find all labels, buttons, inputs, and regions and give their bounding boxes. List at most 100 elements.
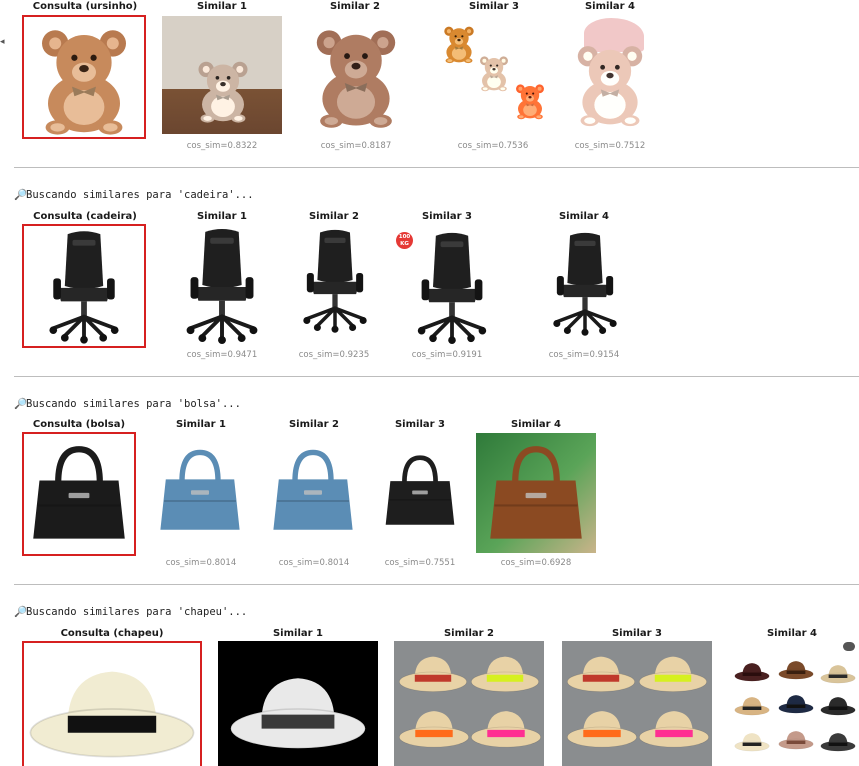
query-image: [22, 641, 202, 766]
result-image-3: [434, 16, 552, 132]
hat-icon: [820, 661, 856, 685]
teddy-bear-icon: [510, 80, 550, 120]
result-image-2: [267, 434, 359, 550]
hat-icon: [778, 691, 814, 715]
score-similar-2: cos_sim=0.8187: [320, 141, 392, 151]
hat-icon: [734, 659, 770, 683]
result-image-3: 100 KG: [394, 226, 500, 344]
count-badge: [843, 642, 855, 651]
result-image-3: [380, 438, 460, 546]
hat-icon: [398, 703, 470, 751]
panel-title-similar-4: Similar 4: [510, 419, 562, 430]
score-similar-2: cos_sim=0.8014: [278, 558, 350, 568]
panel-title-similar-4: Similar 4: [558, 211, 610, 222]
teddy-bear-icon: [564, 30, 656, 134]
panel-title-similar-4: Similar 4: [766, 628, 818, 639]
panel-title-similar-2: Similar 2: [329, 1, 381, 12]
result-image-4: [540, 226, 630, 344]
panel-title-query: Consulta (cadeira): [33, 211, 137, 222]
hat-icon: [638, 703, 710, 751]
result-image-3: [562, 641, 712, 766]
result-image-4: [476, 433, 596, 553]
score-similar-2: cos_sim=0.9235: [298, 350, 370, 360]
search-status: 🔎Buscando similares para 'cadeira'...: [14, 188, 254, 201]
cell-edge-marker: ◂: [0, 36, 5, 46]
query-image: [22, 224, 146, 348]
hat-icon: [778, 657, 814, 681]
result-image-4: [564, 16, 656, 134]
query-image: [22, 15, 146, 139]
score-similar-4: cos_sim=0.9154: [548, 350, 620, 360]
hat-icon: [27, 653, 197, 765]
score-similar-4: cos_sim=0.7512: [574, 141, 646, 151]
search-status: 🔎Buscando similares para 'bolsa'...: [14, 397, 241, 410]
hat-icon: [228, 661, 368, 757]
search-status-text: Buscando similares para 'chapeu'...: [26, 606, 248, 618]
result-image-1: [218, 641, 378, 766]
score-similar-3: cos_sim=0.9191: [411, 350, 483, 360]
panel-title-similar-2: Similar 2: [308, 211, 360, 222]
hat-icon: [734, 729, 770, 753]
panel-title-similar-3: Similar 3: [468, 1, 520, 12]
divider-2: [14, 376, 859, 377]
result-image-2: [290, 226, 380, 336]
panel-title-similar-3: Similar 3: [611, 628, 663, 639]
hat-icon: [638, 649, 708, 695]
handbag-icon: [268, 436, 358, 548]
divider-3: [14, 584, 859, 585]
gaming-chair-icon: [404, 230, 500, 344]
result-image-2: [298, 16, 414, 132]
hat-icon: [778, 727, 814, 751]
teddy-bear-icon: [188, 54, 258, 124]
hat-icon: [734, 693, 770, 717]
score-similar-3: cos_sim=0.7551: [384, 558, 456, 568]
hat-icon: [820, 693, 856, 717]
magnifier-icon: 🔎: [14, 189, 28, 201]
search-status: 🔎Buscando similares para 'chapeu'...: [14, 605, 247, 618]
handbag-icon: [27, 439, 131, 551]
handbag-icon: [155, 436, 245, 548]
panel-title-similar-4: Similar 4: [584, 1, 636, 12]
hat-icon: [470, 649, 540, 695]
gaming-chair-icon: [291, 226, 379, 334]
result-image-2: [394, 641, 544, 766]
teddy-bear-icon: [300, 18, 412, 130]
panel-title-query: Consulta (chapeu): [60, 628, 164, 639]
gaming-chair-icon: [541, 226, 629, 340]
panel-title-similar-1: Similar 1: [196, 211, 248, 222]
panel-title-similar-2: Similar 2: [288, 419, 340, 430]
panel-title-similar-2: Similar 2: [443, 628, 495, 639]
result-image-1: [162, 16, 282, 134]
panel-title-similar-1: Similar 1: [272, 628, 324, 639]
search-status-text: Buscando similares para 'cadeira'...: [26, 189, 254, 201]
score-similar-1: cos_sim=0.8014: [165, 558, 237, 568]
hat-icon: [566, 649, 636, 695]
hat-icon: [820, 729, 856, 753]
result-image-1: [170, 226, 274, 344]
hat-icon: [566, 703, 638, 751]
panel-title-similar-3: Similar 3: [421, 211, 473, 222]
hat-icon: [470, 703, 542, 751]
panel-title-query: Consulta (ursinho): [32, 1, 138, 12]
panel-title-similar-1: Similar 1: [175, 419, 227, 430]
panel-title-query: Consulta (bolsa): [32, 419, 126, 430]
handbag-icon: [484, 443, 588, 547]
panel-title-similar-3: Similar 3: [394, 419, 446, 430]
result-image-4: [730, 641, 859, 766]
handbag-icon: [381, 440, 459, 544]
gaming-chair-icon: [172, 226, 272, 344]
magnifier-icon: 🔎: [14, 606, 28, 618]
divider-1: [14, 167, 859, 168]
score-similar-1: cos_sim=0.8322: [186, 141, 258, 151]
gaming-chair-icon: [36, 228, 132, 344]
magnifier-icon: 🔎: [14, 398, 28, 410]
panel-title-similar-1: Similar 1: [196, 1, 248, 12]
result-image-1: [154, 434, 246, 550]
teddy-bear-icon: [24, 17, 144, 137]
score-similar-1: cos_sim=0.9471: [186, 350, 258, 360]
teddy-bear-icon: [474, 52, 514, 92]
search-status-text: Buscando similares para 'bolsa'...: [26, 398, 241, 410]
hat-icon: [398, 649, 468, 695]
score-similar-4: cos_sim=0.6928: [500, 558, 572, 568]
score-similar-3: cos_sim=0.7536: [457, 141, 529, 151]
